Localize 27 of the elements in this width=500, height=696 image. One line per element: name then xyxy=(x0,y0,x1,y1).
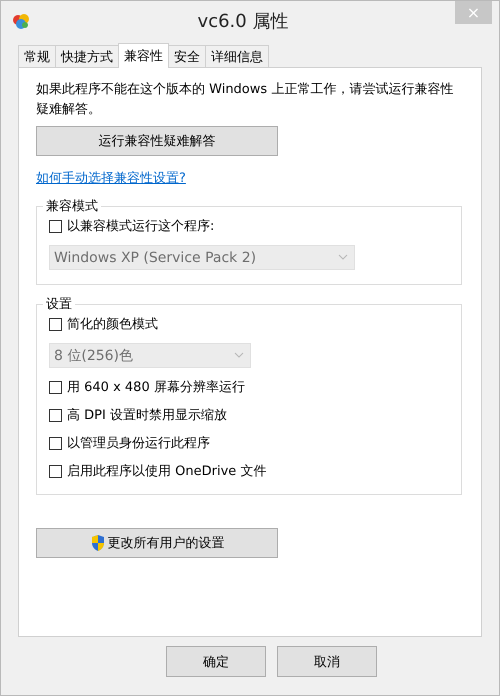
checkbox-label[interactable]: 以管理员身份运行此程序 xyxy=(67,434,210,452)
dialog-button[interactable]: 取消 xyxy=(277,646,377,677)
tab[interactable]: 常规 xyxy=(18,45,56,67)
checkbox-label[interactable]: 用 640 x 480 屏幕分辨率运行 xyxy=(67,378,245,396)
all-users-settings-button[interactable]: 更改所有用户的设置 xyxy=(36,528,278,558)
chevron-down-icon xyxy=(338,254,348,261)
checkbox[interactable] xyxy=(49,408,62,422)
checkbox[interactable] xyxy=(49,436,62,450)
app-icon xyxy=(11,11,31,31)
window-title: vc6.0 属性 xyxy=(196,10,290,33)
checkbox[interactable] xyxy=(49,380,62,394)
checkbox-label[interactable]: 高 DPI 设置时禁用显示缩放 xyxy=(67,406,227,424)
tab[interactable]: 兼容性 xyxy=(118,43,169,68)
group-title: 兼容模式 xyxy=(43,197,101,215)
dialog-button[interactable]: 确定 xyxy=(166,646,266,677)
help-link[interactable]: 如何手动选择兼容性设置? xyxy=(36,169,186,187)
checkbox-label[interactable]: 以兼容模式运行这个程序: xyxy=(67,217,214,235)
checkbox-label[interactable]: 简化的颜色模式 xyxy=(67,315,158,333)
chevron-down-icon xyxy=(234,352,244,359)
tab[interactable]: 详细信息 xyxy=(205,45,269,67)
troubleshoot-button[interactable]: 运行兼容性疑难解答 xyxy=(36,126,278,156)
checkbox[interactable] xyxy=(49,464,62,478)
checkbox[interactable] xyxy=(49,318,62,330)
shield-icon xyxy=(90,534,106,552)
checkbox[interactable] xyxy=(49,220,62,232)
checkbox-label[interactable]: 启用此程序以使用 OneDrive 文件 xyxy=(67,462,266,480)
description-text: 如果此程序不能在这个版本的 Windows 上正常工作，请尝试运行兼容性疑难解答。 xyxy=(36,81,454,119)
